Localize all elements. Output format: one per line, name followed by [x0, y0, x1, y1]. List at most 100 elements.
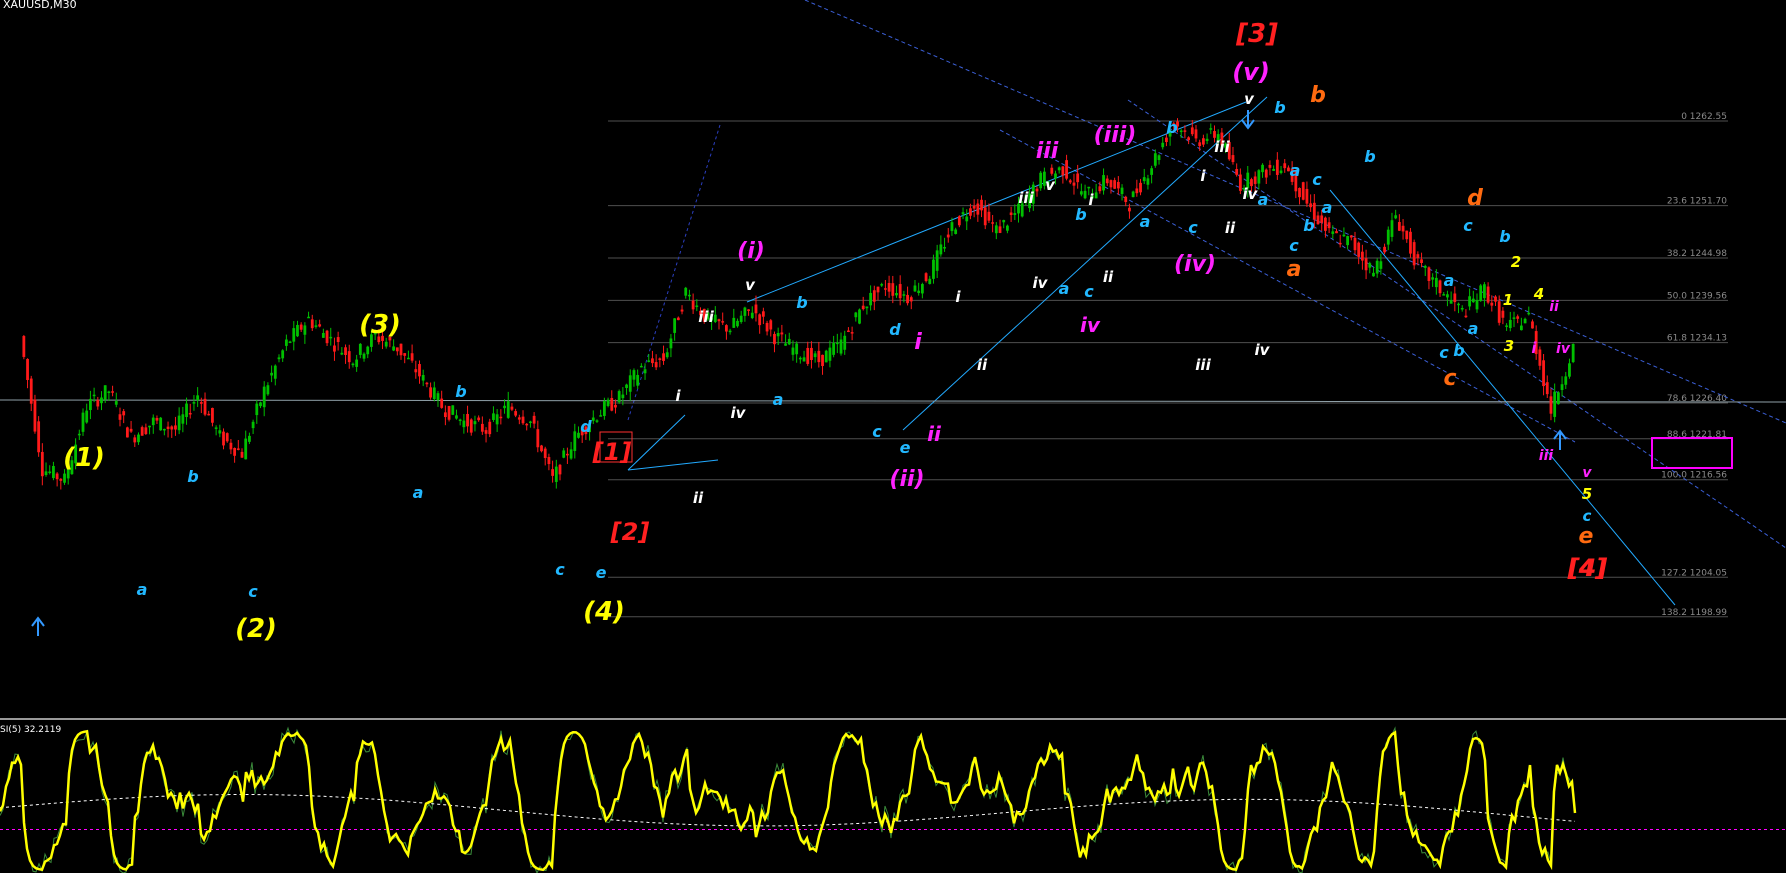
wave-label: d [1467, 186, 1483, 211]
wave-label: (2) [235, 614, 277, 644]
wave-label: v [745, 276, 756, 294]
wave-label: i [1531, 339, 1537, 357]
candle-body [943, 247, 946, 249]
fib-level-label: 50.0 1239.56 [1667, 291, 1727, 301]
candle-body [1142, 177, 1146, 182]
wave-label: b [1499, 227, 1510, 246]
candle-body [1272, 169, 1276, 171]
candle-body [55, 473, 59, 480]
candle-body [758, 314, 762, 326]
candle-body [451, 405, 455, 415]
wave-label: c [1188, 218, 1198, 237]
candle-body [255, 403, 259, 416]
candle-body [887, 282, 891, 292]
wave-label: a [1059, 279, 1070, 298]
candle-body [747, 309, 750, 311]
candle-body [162, 428, 166, 431]
wave-label: b [1075, 205, 1086, 224]
candle-body [166, 426, 170, 429]
candle-body [669, 338, 673, 349]
candle-body [824, 350, 828, 363]
candle-body [495, 414, 499, 425]
candle-body [1009, 212, 1013, 215]
candle-body [1364, 258, 1368, 271]
wave-label: a [1322, 198, 1333, 217]
candle-body [673, 318, 677, 333]
candle-body [418, 364, 421, 377]
candle-body [140, 427, 144, 436]
candle-body [1571, 343, 1575, 363]
candle-body [614, 404, 617, 408]
wave-label: v [1244, 90, 1255, 108]
wave-label: 3 [1504, 337, 1514, 355]
wave-label: (iii) [1094, 123, 1137, 148]
candle-body [310, 319, 314, 329]
candle-body [532, 415, 536, 424]
candle-body [1497, 301, 1501, 323]
candle-body [1050, 167, 1054, 174]
candle-body [432, 387, 436, 400]
candle-body [1372, 272, 1375, 277]
candle-body [728, 330, 732, 333]
candle-body [621, 394, 625, 399]
candle-body [236, 448, 240, 450]
candle-body [924, 273, 928, 282]
wave-label: c [248, 582, 258, 601]
fib-level-label: 0 1262.55 [1681, 112, 1727, 122]
candle-body [835, 342, 839, 345]
candle-body [155, 417, 159, 421]
candle-body [1420, 259, 1423, 264]
fib-level-label: 23.6 1251.70 [1667, 197, 1727, 207]
candle-body [414, 369, 418, 373]
candle-body [125, 427, 129, 438]
candle-body [935, 250, 939, 271]
wave-label: [1] [592, 438, 632, 466]
candle-body [1527, 312, 1531, 315]
candle-body [329, 336, 333, 339]
candle-body [436, 393, 440, 401]
fib-level-label: 38.2 1244.98 [1667, 249, 1727, 259]
candle-body [780, 332, 784, 335]
candle-body [1531, 321, 1534, 329]
candle-body [695, 305, 699, 308]
candle-body [895, 293, 898, 296]
candle-body [821, 354, 824, 367]
candle-body [850, 332, 854, 334]
candle-body [1257, 170, 1261, 184]
candle-body [1039, 172, 1043, 189]
candle-body [63, 473, 66, 483]
candle-body [1098, 186, 1102, 192]
wave-label: [3] [1235, 19, 1278, 49]
candle-body [1423, 265, 1427, 268]
wave-label: c [1583, 507, 1592, 525]
candle-body [1564, 376, 1568, 385]
candle-body [122, 411, 126, 416]
candle-body [1305, 188, 1309, 204]
candle-body [736, 320, 739, 327]
candle-body [170, 426, 174, 430]
candle-body [761, 311, 765, 317]
candle-body [913, 285, 917, 292]
candle-body [96, 399, 100, 407]
candle-body [939, 244, 943, 255]
candle-body [384, 341, 388, 347]
candle-body [403, 353, 407, 356]
wave-label: c [555, 560, 565, 579]
candle-body [77, 433, 81, 436]
candle-body [610, 397, 614, 411]
candle-body [1087, 186, 1091, 189]
candle-body [854, 312, 858, 318]
candle-body [1523, 318, 1527, 324]
candle-body [898, 284, 902, 299]
wave-label: iii [1018, 189, 1034, 207]
candle-body [26, 358, 29, 380]
candle-body [554, 466, 558, 482]
candle-body [177, 415, 181, 431]
candle-body [1505, 325, 1508, 327]
candle-body [111, 391, 114, 393]
candle-body [399, 343, 403, 356]
candle-body [1205, 138, 1209, 141]
candle-body [196, 395, 200, 401]
candle-body [469, 419, 473, 433]
wave-label: 1 [1503, 291, 1513, 309]
